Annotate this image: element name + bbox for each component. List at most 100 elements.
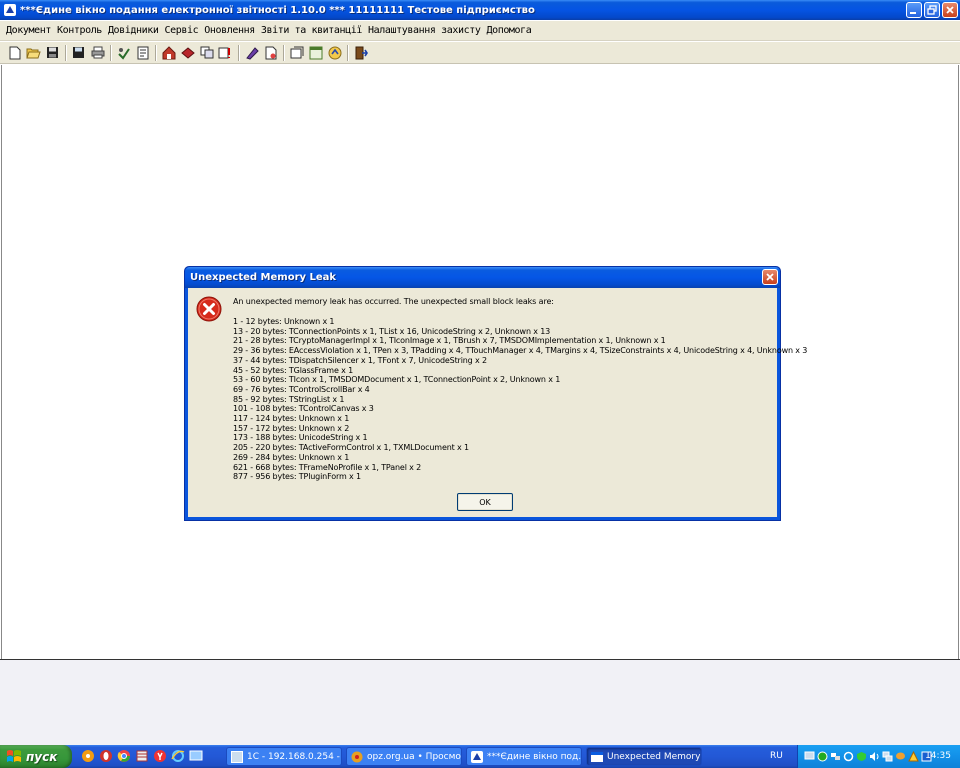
- menu-reports[interactable]: Звіти та квитанції: [258, 25, 365, 36]
- leak-line: 69 - 76 bytes: TControlScrollBar x 4: [233, 384, 370, 394]
- leak-line: 53 - 60 bytes: TIcon x 1, TMSDOMDocument…: [233, 375, 561, 385]
- menu-security-settings[interactable]: Налаштування захисту: [365, 25, 483, 36]
- task-button-memory-leak[interactable]: Unexpected Memory ...: [586, 747, 702, 766]
- menu-updates[interactable]: Оновлення: [201, 25, 258, 36]
- monitor-icon: [804, 751, 814, 760]
- leak-line: 117 - 124 bytes: Unknown x 1: [233, 414, 350, 424]
- dialog-body: An unexpected memory leak has occurred. …: [188, 288, 807, 517]
- yandex-icon: [154, 750, 166, 762]
- security-alert-icon: [907, 751, 919, 762]
- dialog-title-bar[interactable]: Unexpected Memory Leak: [185, 267, 780, 288]
- toolbar-separator: [155, 44, 156, 61]
- toolbar-new-button[interactable]: [5, 44, 24, 62]
- toolbar-print-button[interactable]: [88, 44, 107, 62]
- tray-item[interactable]: [829, 750, 841, 764]
- quick-launch: [80, 748, 204, 764]
- toolbar-export-button[interactable]: [216, 44, 235, 62]
- tray-item[interactable]: [855, 750, 867, 764]
- language-indicator[interactable]: RU: [770, 751, 783, 761]
- leak-line: 269 - 284 bytes: Unknown x 1: [233, 452, 350, 462]
- app-icon: [4, 4, 16, 16]
- 1c-icon: [231, 750, 243, 763]
- home-icon: [162, 45, 175, 59]
- toolbar-book-button[interactable]: [178, 44, 197, 62]
- toolbar-new-page-button[interactable]: [261, 44, 280, 62]
- clock[interactable]: 14:35: [925, 751, 951, 761]
- quick-launch-item[interactable]: [116, 748, 132, 764]
- leak-line: 29 - 36 bytes: EAccessViolation x 1, TPe…: [233, 346, 808, 356]
- leak-line: 157 - 172 bytes: Unknown x 2: [233, 423, 350, 433]
- toolbar-save-all-button[interactable]: [69, 44, 88, 62]
- start-button[interactable]: пуск: [0, 745, 72, 768]
- save-icon: [47, 47, 58, 58]
- new-document-icon: [9, 46, 20, 59]
- new-page-icon: [265, 46, 276, 59]
- copy-icon: [200, 46, 213, 59]
- book-icon: [180, 46, 195, 59]
- toolbar-copy-button[interactable]: [197, 44, 216, 62]
- task-button-1c[interactable]: 1C - 192.168.0.254 - ...: [226, 747, 342, 766]
- minimize-button[interactable]: [906, 2, 922, 18]
- toolbar-save-button[interactable]: [43, 44, 62, 62]
- toolbar-home-button[interactable]: [159, 44, 178, 62]
- close-icon: [946, 6, 954, 14]
- menu-bar: Документ Контроль Довідники Сервіс Оновл…: [0, 21, 960, 41]
- archive-icon: [136, 750, 148, 762]
- update-icon: [843, 751, 853, 762]
- tray-item[interactable]: [907, 750, 919, 764]
- menu-control[interactable]: Контроль: [54, 25, 105, 36]
- task-label: Unexpected Memory ...: [607, 751, 702, 762]
- toolbar-open-button[interactable]: [24, 44, 43, 62]
- internet-explorer-icon: [171, 750, 185, 762]
- toolbar-separator: [65, 44, 66, 61]
- menu-document[interactable]: Документ: [3, 25, 54, 36]
- tray-item[interactable]: [868, 750, 880, 764]
- window-title: ***Єдине вікно подання електронної звітн…: [20, 4, 535, 16]
- dialog-close-button[interactable]: [762, 269, 778, 285]
- windows-logo-icon: [7, 750, 21, 762]
- leak-line: 37 - 44 bytes: TDispatchSilencer x 1, TF…: [233, 355, 487, 365]
- volume-icon: [869, 752, 878, 761]
- toolbar-window-button[interactable]: [306, 44, 325, 62]
- leak-line: 877 - 956 bytes: TPluginForm x 1: [233, 472, 361, 482]
- save-all-icon: [73, 47, 84, 58]
- menu-directories[interactable]: Довідники: [105, 25, 162, 36]
- quick-launch-item[interactable]: [170, 748, 186, 764]
- task-button-browser[interactable]: opz.org.ua • Просмо...: [346, 747, 462, 766]
- error-icon: [196, 296, 222, 322]
- menu-service[interactable]: Сервіс: [162, 25, 202, 36]
- quick-launch-item[interactable]: [80, 748, 96, 764]
- antivirus-icon: [817, 751, 827, 762]
- close-window-button[interactable]: [942, 2, 958, 18]
- restore-button[interactable]: [924, 2, 940, 18]
- app-icon: [471, 750, 483, 763]
- tray-item[interactable]: [816, 750, 828, 764]
- menu-help[interactable]: Допомога: [483, 25, 534, 36]
- tray-item[interactable]: [881, 750, 893, 764]
- toolbar-help-button[interactable]: [325, 44, 344, 62]
- quick-launch-item[interactable]: [98, 748, 114, 764]
- quick-launch-item[interactable]: [152, 748, 168, 764]
- opera-icon: [100, 750, 112, 762]
- tray-item[interactable]: [803, 750, 815, 764]
- leak-line: 101 - 108 bytes: TControlCanvas x 3: [233, 404, 374, 414]
- toolbar-report-button[interactable]: [133, 44, 152, 62]
- network-icon: [830, 753, 840, 760]
- quick-launch-item[interactable]: [134, 748, 150, 764]
- task-button-main-app[interactable]: ***Єдине вікно под...: [466, 747, 582, 766]
- ok-button[interactable]: OK: [457, 493, 513, 511]
- toolbar-check-button[interactable]: [114, 44, 133, 62]
- toolbar: [0, 42, 960, 64]
- window-icon: [309, 46, 322, 59]
- tray-item[interactable]: [894, 750, 906, 764]
- connection-icon: [882, 751, 892, 762]
- tray-item[interactable]: [842, 750, 854, 764]
- toolbar-settings-button[interactable]: [287, 44, 306, 62]
- toolbar-sign-button[interactable]: [242, 44, 261, 62]
- leak-line: 21 - 28 bytes: TCryptoManagerImpl x 1, T…: [233, 336, 666, 346]
- main-title-bar[interactable]: ***Єдине вікно подання електронної звітн…: [0, 0, 960, 20]
- quick-launch-item[interactable]: [188, 748, 204, 764]
- show-desktop-icon: [189, 750, 203, 761]
- toolbar-exit-button[interactable]: [351, 44, 370, 62]
- leak-line: 45 - 52 bytes: TGlassFrame x 1: [233, 365, 354, 375]
